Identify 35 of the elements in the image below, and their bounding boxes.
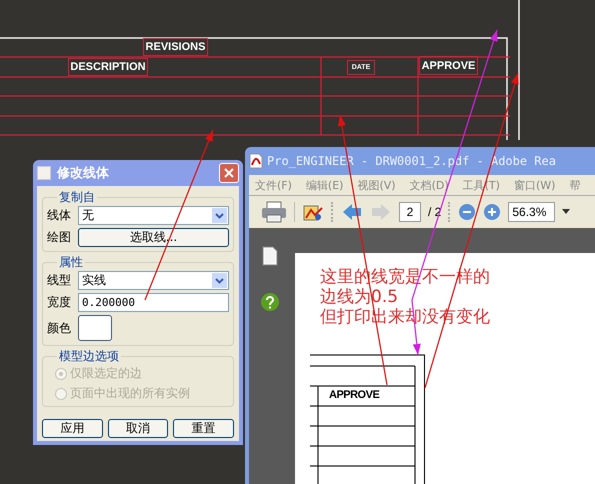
back-arrow-icon[interactable]	[341, 202, 363, 222]
dialog-button[interactable]: 取消	[108, 419, 168, 438]
drawing-label: DESCRIPTION	[68, 58, 148, 76]
help-icon[interactable]	[260, 292, 280, 312]
zoom-in-icon[interactable]	[483, 203, 502, 221]
window-icon	[37, 166, 51, 180]
pdf-file-icon	[249, 153, 263, 169]
color-swatch-button[interactable]	[78, 315, 112, 341]
annotation-text: 边线为0.5	[320, 287, 400, 307]
close-icon	[224, 168, 234, 178]
width-input-field[interactable]: 0.200000	[78, 293, 229, 312]
dropdown-field[interactable]: 无	[78, 206, 229, 225]
group-title: 模型边选项	[58, 348, 120, 365]
page-number-field[interactable]: 2	[399, 202, 421, 222]
group-title: 属性	[58, 254, 84, 271]
pages-icon[interactable]	[262, 246, 278, 266]
field-label: 颜色	[47, 320, 72, 336]
dropdown-arrow-icon[interactable]	[562, 209, 570, 215]
dialog-button[interactable]: 重置	[173, 419, 234, 438]
field-label: 宽度	[47, 294, 72, 311]
close-button[interactable]	[219, 163, 239, 183]
printer-icon[interactable]	[261, 201, 287, 223]
zoom-field[interactable]: 56.3%	[508, 202, 556, 222]
select-line-button[interactable]: 选取线...	[78, 228, 229, 247]
table-heading: APPROVE	[329, 389, 380, 401]
dialog-button[interactable]: 应用	[42, 419, 103, 438]
field-label: 线体	[47, 207, 72, 224]
window-title: 修改线体	[57, 165, 110, 182]
field-label: 线型	[47, 272, 72, 289]
field-label: 绘图	[47, 229, 72, 246]
dropdown-field[interactable]: 实线	[78, 271, 229, 290]
zoom-out-icon[interactable]	[458, 203, 476, 221]
group-title: 复制自	[58, 189, 96, 206]
drawing-label: REVISIONS	[143, 38, 208, 56]
drawing-label: APPROVE	[419, 56, 478, 75]
